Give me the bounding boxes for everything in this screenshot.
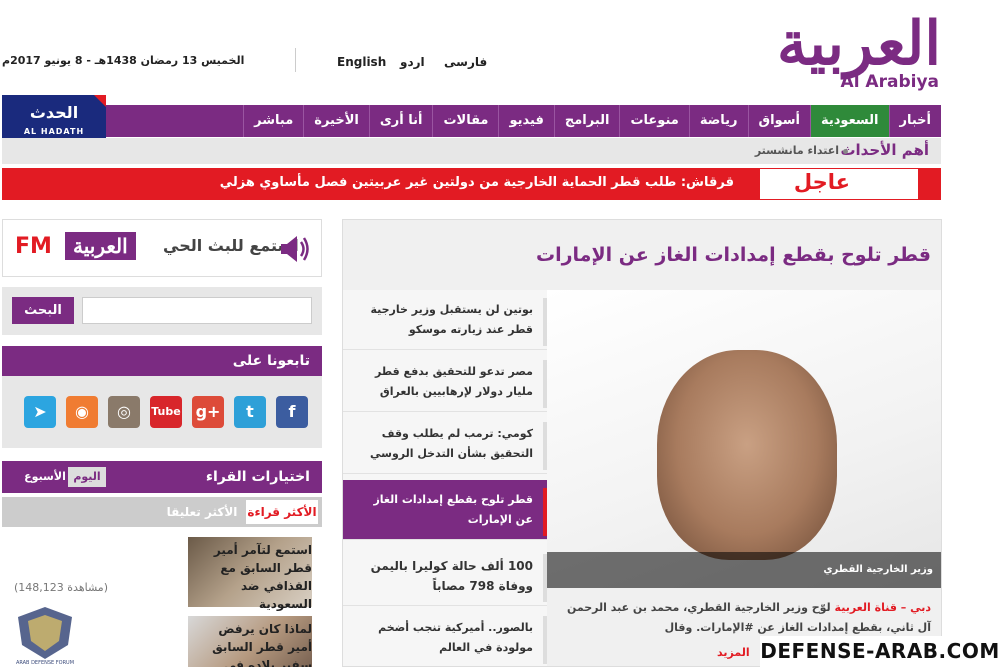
forum-shield-logo: ARAB DEFENSE FORUM [16, 607, 74, 666]
most-read-title: استمع لتآمر أمير قطر السابق مع القذافي ض… [213, 543, 312, 611]
nav-item-articles[interactable]: مقالات [432, 105, 498, 137]
search-button[interactable]: البحث [12, 297, 74, 324]
youtube-icon[interactable]: Tube [150, 396, 182, 428]
related-story-item[interactable]: مصر تدعو للتحقيق بدفع قطر مليار دولار لإ… [343, 352, 547, 412]
related-story-item-active[interactable]: قطر تلوح بقطع إمدادات الغاز عن الإمارات [343, 480, 547, 540]
related-story-item[interactable]: كومي: ترمب لم يطلب وقف التحقيق بشأن التد… [343, 414, 547, 474]
current-date: الخميس 13 رمضان 1438هـ - 8 يونيو 2017م [2, 54, 245, 67]
language-english-link[interactable]: English [337, 55, 386, 69]
breaking-news-bar: قرقاش: طلب قطر الحماية الخارجية من دولتي… [2, 168, 941, 200]
tab-today[interactable]: اليوم [68, 467, 106, 487]
nav-item-markets[interactable]: أسواق [747, 105, 810, 137]
search-panel: البحث [2, 287, 322, 335]
tab-week[interactable]: الأسبوع [22, 467, 68, 487]
trending-bar: أهم الأحداث اعتداء مانشستر [2, 138, 941, 164]
hadath-english-text: AL HADATH [23, 127, 85, 136]
twitter-icon[interactable]: t [234, 396, 266, 428]
related-story-title: كومي: ترمب لم يطلب وقف التحقيق بشأن التد… [370, 427, 533, 460]
follow-us-header: تابعونا على [2, 346, 322, 376]
main-nav: أخبار السعودية أسواق رياضة منوعات البرام… [106, 105, 941, 137]
nav-item-news[interactable]: أخبار [888, 105, 942, 137]
nav-item-programs[interactable]: البرامج [553, 105, 620, 137]
read-more-link[interactable]: المزيد [717, 646, 750, 659]
nav-item-saudi[interactable]: السعودية [810, 105, 889, 137]
readers-choice-header: اختيارات القراء اليوم الأسبوع [2, 461, 322, 493]
top-bar: الخميس 13 رمضان 1438هـ - 8 يونيو 2017م E… [0, 0, 1000, 100]
breaking-news-marker [918, 169, 940, 199]
main-story-photo[interactable]: وزير الخارجية القطري [547, 290, 941, 588]
forum-shield-text: ARAB DEFENSE FORUM [16, 660, 74, 666]
photo-portrait [657, 350, 837, 560]
tab-most-commented[interactable]: الأكثر تعليقا [162, 500, 242, 524]
language-urdu-link[interactable]: اردو [400, 55, 425, 69]
nav-item-last[interactable]: الأخيرة [303, 105, 369, 137]
related-story-item[interactable]: 100 ألف حالة كوليرا باليمن ووفاة 798 مصا… [343, 546, 547, 606]
alarabiya-logo[interactable]: العربية Al Arabiya [725, 4, 945, 96]
related-stories-list: بوتين لن يستقبل وزير خارجية قطر عند زيار… [343, 290, 547, 666]
readers-choice-title: اختيارات القراء [205, 469, 310, 485]
nav-item-sports[interactable]: رياضة [688, 105, 748, 137]
main-story-title[interactable]: قطر تلوح بقطع إمدادات الغاز عن الإمارات [536, 244, 931, 266]
instagram-icon[interactable]: ◎ [108, 396, 140, 428]
googleplus-icon[interactable]: g+ [192, 396, 224, 428]
photo-caption-bar: وزير الخارجية القطري [547, 552, 941, 588]
most-read-views: (148,123 مشاهدة) [14, 581, 108, 594]
nav-item-live[interactable]: مباشر [243, 105, 303, 137]
fm-brand-text: العربية [65, 232, 136, 260]
telegram-icon[interactable]: ➤ [24, 396, 56, 428]
breaking-news-label: عاجل [793, 170, 850, 194]
watermark-text: DEFENSE-ARAB.COM [760, 636, 1000, 667]
logo-english-text: Al Arabiya [840, 72, 939, 92]
related-story-item[interactable]: بالصور.. أميركية تنجب أضخم مولودة في الع… [343, 608, 547, 666]
follow-us-title: تابعونا على [232, 353, 310, 369]
breaking-news-text[interactable]: قرقاش: طلب قطر الحماية الخارجية من دولتي… [220, 175, 734, 190]
nav-item-i-see[interactable]: أنا أرى [368, 105, 433, 137]
social-icons-panel: ➤ ◉ ◎ Tube g+ t f [2, 376, 322, 448]
related-story-title: بالصور.. أميركية تنجب أضخم مولودة في الع… [378, 621, 533, 654]
related-story-item[interactable]: بوتين لن يستقبل وزير خارجية قطر عند زيار… [343, 290, 547, 350]
header-divider [295, 48, 296, 72]
speaker-icon [281, 236, 309, 262]
main-story-header: قطر تلوح بقطع إمدادات الغاز عن الإمارات [343, 220, 941, 290]
related-story-title: مصر تدعو للتحقيق بدفع قطر مليار دولار لإ… [374, 365, 533, 398]
trending-bullet-icon [843, 149, 848, 154]
language-farsi-link[interactable]: فارسی [444, 55, 487, 69]
facebook-icon[interactable]: f [276, 396, 308, 428]
most-read-tabs: الأكثر قراءة الأكثر تعليقا [2, 497, 322, 527]
rss-icon[interactable]: ◉ [66, 396, 98, 428]
most-read-title: لماذا كان يرفض أمير قطر السابق سفير بلاد… [212, 622, 312, 667]
search-input[interactable] [82, 297, 312, 324]
trending-item[interactable]: اعتداء مانشستر [755, 144, 839, 157]
lead-source: دبي – قناة العربية [834, 601, 931, 614]
alhadath-logo[interactable]: الحدث AL HADATH [2, 95, 106, 143]
related-story-title: قطر تلوح بقطع إمدادات الغاز عن الإمارات [373, 493, 533, 526]
most-read-item[interactable]: استمع لتآمر أمير قطر السابق مع القذافي ض… [2, 533, 322, 611]
nav-item-variety[interactable]: منوعات [619, 105, 688, 137]
tab-most-read[interactable]: الأكثر قراءة [246, 500, 318, 524]
hadath-arabic-text: الحدث [29, 103, 79, 122]
related-story-title: بوتين لن يستقبل وزير خارجية قطر عند زيار… [370, 303, 533, 336]
radio-fm-banner[interactable]: FM العربية استمع للبث الحي [2, 219, 322, 277]
fm-text: FM [15, 234, 52, 259]
nav-item-video[interactable]: فيديو [498, 105, 553, 137]
main-story-panel: قطر تلوح بقطع إمدادات الغاز عن الإمارات … [342, 219, 942, 667]
photo-caption: وزير الخارجية القطري [823, 564, 933, 575]
trending-title: أهم الأحداث [840, 141, 929, 159]
related-story-title: 100 ألف حالة كوليرا باليمن ووفاة 798 مصا… [370, 559, 533, 593]
